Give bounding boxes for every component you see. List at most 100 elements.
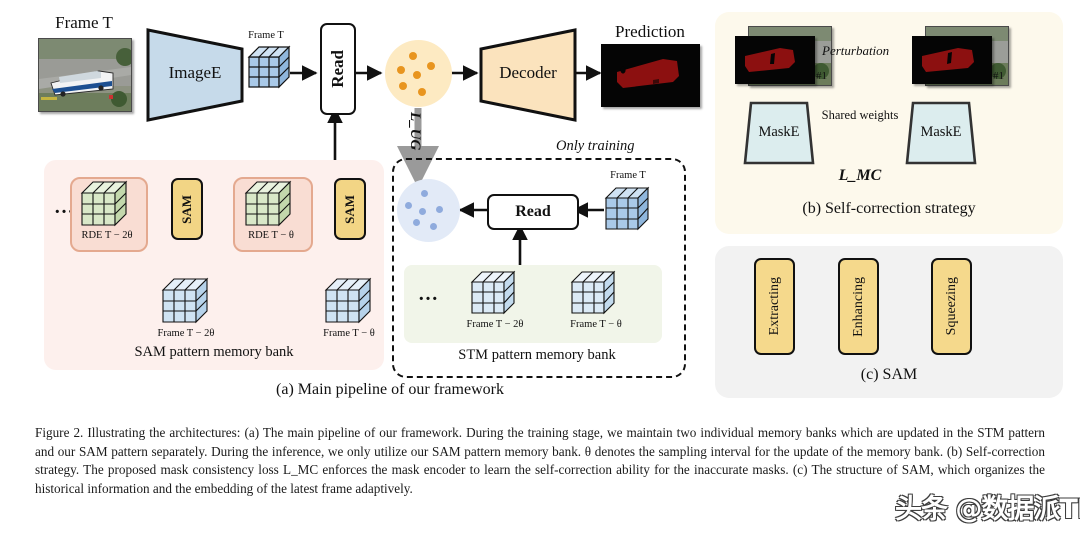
perturbed-mask-right bbox=[912, 36, 992, 84]
sam-block-squeezing[interactable]: Squeezing bbox=[931, 258, 972, 355]
sam-block-enhancing[interactable]: Enhancing bbox=[838, 258, 879, 355]
sam-block-enhancing-label: Enhancing bbox=[850, 276, 866, 337]
feature-dot bbox=[397, 66, 405, 74]
mask-encoder-right-trapezoid: MaskE bbox=[903, 100, 979, 166]
stm-current-frame-label-text: Frame T bbox=[610, 170, 646, 181]
sam-block-1[interactable]: SAM bbox=[171, 178, 203, 240]
input-frame-label-text: Frame T bbox=[55, 13, 113, 32]
sam-block-squeezing-label: Squeezing bbox=[943, 277, 959, 336]
stm-current-frame-label: Frame T bbox=[595, 170, 661, 181]
feature-dot bbox=[418, 88, 426, 96]
ug-loss-label-text: L_UG bbox=[407, 112, 423, 151]
prediction-mask-image bbox=[601, 44, 700, 107]
stm-feature-dot bbox=[430, 223, 437, 230]
sam-bank-title: SAM pattern memory bank bbox=[44, 344, 384, 361]
feature-dot bbox=[409, 52, 417, 60]
sam-bank-frame-label-2: Frame T − θ bbox=[306, 328, 392, 339]
image-encoder-trapezoid: ImageE bbox=[145, 27, 245, 123]
read-module-stm-label: Read bbox=[515, 203, 551, 220]
sam-bank-title-text: SAM pattern memory bank bbox=[134, 344, 294, 360]
perturbed-mask-left bbox=[735, 36, 815, 84]
stm-feature-dot bbox=[413, 219, 420, 226]
sam-sum-operator-text: ⊕ bbox=[897, 298, 910, 315]
stm-feature-dot bbox=[436, 206, 443, 213]
figure-caption: Figure 2. Illustrating the architectures… bbox=[35, 424, 1045, 498]
stm-feature-circle bbox=[397, 179, 460, 242]
input-frame-image bbox=[38, 38, 132, 112]
sam-bank-frame-cube-2 bbox=[324, 277, 374, 325]
encoder-feature-label: Frame T bbox=[236, 30, 296, 41]
stm-bank-frame-cube-2 bbox=[570, 270, 618, 316]
stm-bank-ellipsis-text: … bbox=[418, 283, 440, 305]
panel-b-subcaption: (b) Self-correction strategy bbox=[715, 200, 1063, 218]
feature-dot bbox=[427, 62, 435, 70]
stm-feature-dot bbox=[405, 202, 412, 209]
stm-bank-frame-label-1: Frame T − 2θ bbox=[450, 319, 540, 330]
mask-index-right: #1 bbox=[993, 70, 1004, 82]
mask-encoder-left-label: MaskE bbox=[741, 124, 817, 141]
image-encoder-label-text: ImageE bbox=[168, 63, 222, 82]
figure-caption-text: Figure 2. Illustrating the architectures… bbox=[35, 425, 1045, 496]
shared-weights-label: Shared weights bbox=[808, 108, 912, 123]
decoder-label-text: Decoder bbox=[499, 63, 557, 82]
decoder-label: Decoder bbox=[478, 63, 578, 83]
figure-2-architecture-diagram: Frame T ImageE Frame T Read L_UG Decoder… bbox=[0, 0, 1080, 542]
stm-bank-frame-label-2-text: Frame T − θ bbox=[570, 319, 622, 330]
sam-bank-frame-label-1: Frame T − 2θ bbox=[140, 328, 232, 339]
stm-bank-title: STM pattern memory bank bbox=[392, 347, 682, 364]
mask-encoder-left-trapezoid: MaskE bbox=[741, 100, 817, 166]
sam-block-2-label: SAM bbox=[342, 194, 357, 224]
perturbation-label: Perturbation bbox=[822, 43, 889, 59]
sam-block-extracting[interactable]: Extracting bbox=[754, 258, 795, 355]
watermark-text: 头条 @数据派THU bbox=[895, 494, 1080, 525]
stm-feature-dot bbox=[419, 208, 426, 215]
panel-c-subcaption-text: (c) SAM bbox=[860, 366, 918, 383]
sam-bank-frame-cube-1 bbox=[161, 277, 211, 325]
decoder-trapezoid: Decoder bbox=[478, 27, 578, 123]
prediction-label: Prediction bbox=[595, 22, 705, 42]
panel-a-subcaption-text: (a) Main pipeline of our framework bbox=[276, 381, 504, 398]
watermark: 头条 @数据派THU bbox=[895, 487, 1080, 526]
encoder-feature-label-text: Frame T bbox=[248, 30, 284, 41]
prediction-label-text: Prediction bbox=[615, 22, 685, 41]
rde-label-1: RDE T − 2θ bbox=[66, 230, 148, 241]
mask-encoder-right-label-text: MaskE bbox=[920, 124, 962, 140]
panel-a-subcaption: (a) Main pipeline of our framework bbox=[160, 381, 620, 399]
sam-bank-frame-label-1-text: Frame T − 2θ bbox=[157, 328, 215, 339]
rde-cube-2 bbox=[244, 180, 294, 228]
rde-cube-1 bbox=[80, 180, 130, 228]
stm-bank-ellipsis: … bbox=[418, 283, 440, 306]
stm-current-frame-cube bbox=[604, 186, 652, 232]
read-module-top-label: Read bbox=[328, 50, 347, 88]
sam-block-2[interactable]: SAM bbox=[334, 178, 366, 240]
sam-bank-frame-label-2-text: Frame T − θ bbox=[323, 328, 375, 339]
panel-b-subcaption-text: (b) Self-correction strategy bbox=[802, 200, 976, 217]
read-module-top[interactable]: Read bbox=[320, 23, 356, 115]
read-module-stm[interactable]: Read bbox=[487, 194, 579, 230]
stm-bank-frame-cube-1 bbox=[470, 270, 518, 316]
panel-c-subcaption: (c) SAM bbox=[715, 366, 1063, 384]
only-training-label: Only training bbox=[556, 138, 635, 155]
stm-bank-title-text: STM pattern memory bank bbox=[458, 347, 616, 363]
sam-feature-circle bbox=[385, 40, 452, 107]
mc-loss-label-text: L_MC bbox=[838, 167, 882, 184]
stm-bank-frame-label-2: Frame T − θ bbox=[554, 319, 638, 330]
frame-t-feature-cube bbox=[247, 45, 291, 89]
mask-index-right-text: #1 bbox=[993, 70, 1004, 82]
feature-dot bbox=[399, 82, 407, 90]
sam-block-1-label: SAM bbox=[179, 194, 194, 224]
rde-label-2-text: RDE T − θ bbox=[248, 230, 294, 241]
shared-weights-label-text: Shared weights bbox=[821, 108, 899, 122]
mask-index-left-text: #1 bbox=[816, 70, 827, 82]
feature-dot bbox=[413, 71, 421, 79]
mask-index-left: #1 bbox=[816, 70, 827, 82]
perturbation-label-text: Perturbation bbox=[822, 43, 890, 58]
only-training-label-text: Only training bbox=[556, 138, 635, 154]
stm-memory-bank-inner-panel bbox=[404, 265, 662, 343]
stm-bank-frame-label-1-text: Frame T − 2θ bbox=[466, 319, 524, 330]
rde-label-2: RDE T − θ bbox=[232, 230, 310, 241]
image-encoder-label: ImageE bbox=[145, 63, 245, 83]
stm-feature-dot bbox=[421, 190, 428, 197]
rde-label-1-text: RDE T − 2θ bbox=[81, 230, 133, 241]
sam-block-extracting-label: Extracting bbox=[766, 277, 782, 336]
